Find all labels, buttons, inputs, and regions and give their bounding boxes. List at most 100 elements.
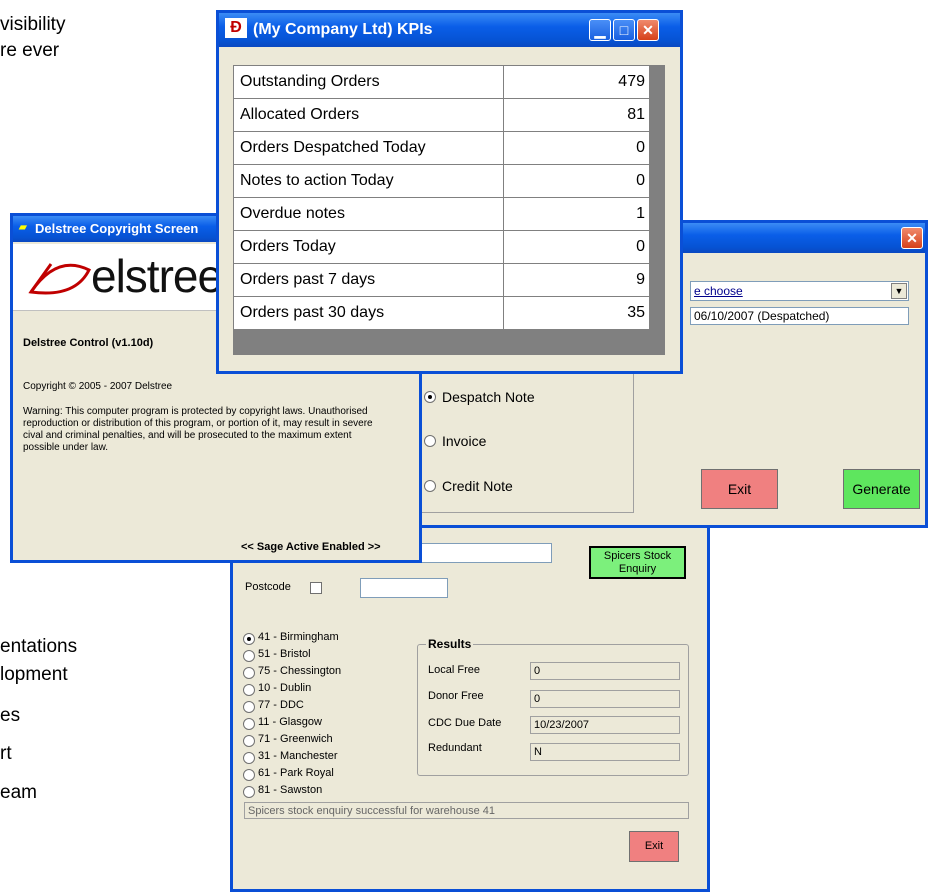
- select-value: e choose: [694, 284, 743, 298]
- slide-bullet: lopment: [0, 664, 68, 685]
- enquiry-input[interactable]: [414, 543, 552, 563]
- maximize-button[interactable]: □: [613, 19, 635, 41]
- document-exit-button[interactable]: Exit: [701, 469, 778, 509]
- kpi-titlebar: Đ (My Company Ltd) KPIs ▁ □ ✕: [219, 13, 680, 47]
- radio-button[interactable]: [243, 735, 255, 747]
- warehouse-label: 75 - Chessington: [258, 665, 342, 677]
- radio-label: Credit Note: [442, 478, 513, 494]
- postcode-input[interactable]: [360, 578, 448, 598]
- results-title: Results: [426, 637, 474, 651]
- radio-label: Invoice: [442, 433, 487, 449]
- warehouse-label: 11 - Glasgow: [258, 716, 322, 728]
- kpi-label: Orders Today: [233, 230, 504, 264]
- table-row: Orders past 30 days 35: [233, 296, 650, 330]
- local-free-label: Local Free: [428, 664, 480, 676]
- cdc-due-date-field: 10/23/2007: [530, 716, 680, 734]
- radio-button[interactable]: [243, 718, 255, 730]
- app-logo-icon: Đ: [225, 18, 247, 38]
- table-row: Orders Despatched Today 0: [233, 131, 650, 165]
- radio-label: Despatch Note: [442, 389, 535, 405]
- postcode-label: Postcode: [245, 581, 291, 593]
- kpi-label: Outstanding Orders: [233, 65, 504, 99]
- donor-free-field: 0: [530, 690, 680, 708]
- slide-bullet: entations: [0, 636, 78, 657]
- close-button[interactable]: ✕: [901, 227, 923, 249]
- table-row: Notes to action Today 0: [233, 164, 650, 198]
- radio-button[interactable]: [424, 391, 436, 403]
- kpi-label: Orders Despatched Today: [233, 131, 504, 165]
- spicers-stock-enquiry-button[interactable]: Spicers Stock Enquiry: [589, 546, 686, 579]
- slide-bullet: es: [0, 705, 21, 726]
- kpi-label: Orders past 7 days: [233, 263, 504, 297]
- radio-button[interactable]: [243, 667, 255, 679]
- radio-button[interactable]: [424, 435, 436, 447]
- stock-exit-button[interactable]: Exit: [629, 831, 679, 862]
- donor-free-label: Donor Free: [428, 690, 484, 702]
- document-type-select[interactable]: e choose ▼: [690, 281, 909, 301]
- table-row: Orders past 7 days 9: [233, 263, 650, 297]
- radio-button[interactable]: [243, 650, 255, 662]
- warehouse-label: 77 - DDC: [258, 699, 304, 711]
- kpi-label: Overdue notes: [233, 197, 504, 231]
- kpi-value: 81: [503, 98, 650, 132]
- radio-button[interactable]: [243, 701, 255, 713]
- copyright-title: Delstree Copyright Screen: [35, 221, 199, 236]
- kpi-value: 1: [503, 197, 650, 231]
- kpi-value: 479: [503, 65, 650, 99]
- table-row: Outstanding Orders 479: [233, 65, 650, 99]
- table-row: Orders Today 0: [233, 230, 650, 264]
- radio-button[interactable]: [424, 480, 436, 492]
- logo-text: elstree: [91, 250, 223, 302]
- spicers-button-label: Spicers Stock Enquiry: [603, 550, 672, 575]
- slide-text-line: re ever: [0, 40, 60, 61]
- stock-exit-label: Exit: [644, 840, 664, 852]
- warehouse-label: 71 - Greenwich: [258, 733, 333, 745]
- postcode-checkbox[interactable]: [310, 582, 322, 594]
- redundant-field: N: [530, 743, 680, 761]
- table-row: Allocated Orders 81: [233, 98, 650, 132]
- kpi-table: Outstanding Orders 479 Allocated Orders 81…: [233, 65, 650, 330]
- sage-status: << Sage Active Enabled >>: [241, 541, 381, 553]
- list-item-text: 06/10/2007 (Despatched): [694, 309, 830, 323]
- cdc-due-date-label: CDC Due Date: [428, 717, 502, 729]
- results-groupbox: Results Local Free 0 Donor Free 0 CDC Du…: [417, 637, 689, 776]
- kpi-value: 0: [503, 164, 650, 198]
- kpi-value: 9: [503, 263, 650, 297]
- close-button[interactable]: ✕: [637, 19, 659, 41]
- local-free-field: 0: [530, 662, 680, 680]
- app-icon: ▰: [19, 222, 27, 233]
- radio-button[interactable]: [243, 633, 255, 645]
- status-bar: Spicers stock enquiry successful for war…: [244, 802, 689, 819]
- radio-button[interactable]: [243, 752, 255, 764]
- warehouse-label: 41 - Birmingham: [258, 631, 339, 643]
- kpi-window: Đ (My Company Ltd) KPIs ▁ □ ✕ Outstandin…: [216, 10, 683, 374]
- slide-bullet: eam: [0, 782, 37, 803]
- kpi-title: (My Company Ltd) KPIs: [253, 21, 433, 38]
- warehouse-label: 61 - Park Royal: [258, 767, 334, 779]
- warehouse-label: 51 - Bristol: [258, 648, 311, 660]
- kpi-label: Allocated Orders: [233, 98, 504, 132]
- radio-button[interactable]: [243, 684, 255, 696]
- chevron-down-icon[interactable]: ▼: [891, 283, 907, 299]
- kpi-value: 0: [503, 131, 650, 165]
- minimize-button[interactable]: ▁: [589, 19, 611, 41]
- warehouse-label: 31 - Manchester: [258, 750, 338, 762]
- document-list-item[interactable]: 06/10/2007 (Despatched): [690, 307, 909, 325]
- warning-text: Warning: This computer program is protec…: [23, 406, 373, 453]
- generate-button[interactable]: Generate: [843, 469, 920, 509]
- radio-button[interactable]: [243, 769, 255, 781]
- warehouse-label: 10 - Dublin: [258, 682, 312, 694]
- stock-enquiry-window: Spicers Stock Enquiry Postcode 41 - Birm…: [230, 520, 710, 892]
- redundant-label: Redundant: [428, 742, 482, 754]
- copyright-text: Copyright © 2005 - 2007 Delstree: [23, 381, 173, 392]
- kpi-label: Orders past 30 days: [233, 296, 504, 330]
- kpi-label: Notes to action Today: [233, 164, 504, 198]
- table-row: Overdue notes 1: [233, 197, 650, 231]
- slide-bullet: rt: [0, 743, 12, 764]
- kpi-value: 0: [503, 230, 650, 264]
- logo-swoosh-icon: [28, 263, 92, 295]
- radio-button[interactable]: [243, 786, 255, 798]
- generate-label: Generate: [852, 481, 911, 497]
- slide-text-line: visibility: [0, 14, 66, 35]
- warehouse-label: 81 - Sawston: [258, 784, 323, 796]
